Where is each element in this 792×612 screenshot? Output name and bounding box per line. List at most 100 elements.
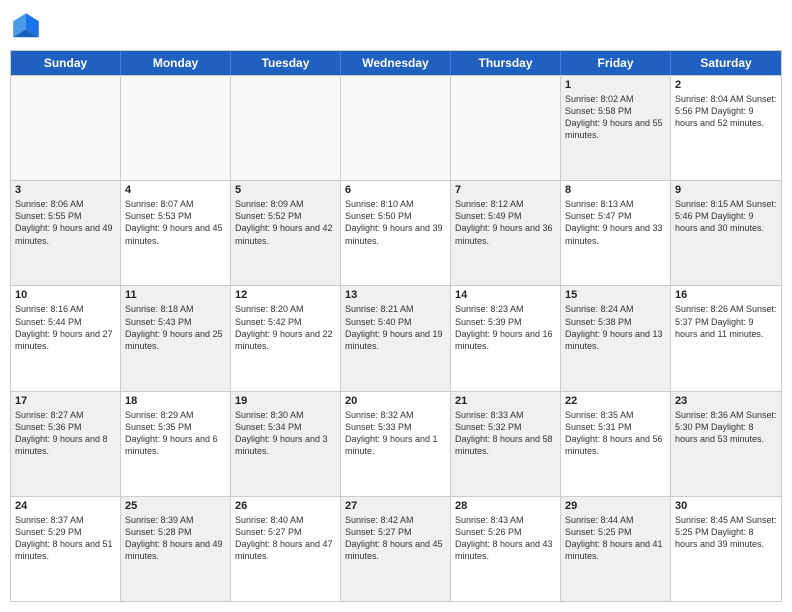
day-number: 13	[345, 289, 446, 301]
header-day: Monday	[121, 51, 231, 75]
calendar-cell: 21 Sunrise: 8:33 AM Sunset: 5:32 PM Dayli…	[451, 392, 561, 496]
day-info: Sunrise: 8:23 AM Sunset: 5:39 PM Dayligh…	[455, 303, 556, 352]
day-number: 6	[345, 184, 446, 196]
day-number: 29	[565, 500, 666, 512]
day-number: 2	[675, 79, 777, 91]
calendar-cell	[341, 76, 451, 180]
calendar-header: SundayMondayTuesdayWednesdayThursdayFrid…	[11, 51, 781, 75]
day-info: Sunrise: 8:26 AM Sunset: 5:37 PM Dayligh…	[675, 303, 777, 339]
calendar: SundayMondayTuesdayWednesdayThursdayFrid…	[10, 50, 782, 602]
calendar-cell: 4 Sunrise: 8:07 AM Sunset: 5:53 PM Daylig…	[121, 181, 231, 285]
calendar-cell: 15 Sunrise: 8:24 AM Sunset: 5:38 PM Dayli…	[561, 286, 671, 390]
calendar-cell: 20 Sunrise: 8:32 AM Sunset: 5:33 PM Dayli…	[341, 392, 451, 496]
calendar-cell: 3Sunrise: 8:06 AM Sunset: 5:55 PM Daylig…	[11, 181, 121, 285]
day-number: 10	[15, 289, 116, 301]
day-info: Sunrise: 8:29 AM Sunset: 5:35 PM Dayligh…	[125, 409, 226, 458]
day-info: Sunrise: 8:27 AM Sunset: 5:36 PM Dayligh…	[15, 409, 116, 458]
day-info: Sunrise: 8:09 AM Sunset: 5:52 PM Dayligh…	[235, 198, 336, 247]
day-info: Sunrise: 8:33 AM Sunset: 5:32 PM Dayligh…	[455, 409, 556, 458]
day-number: 18	[125, 395, 226, 407]
day-number: 5	[235, 184, 336, 196]
header-day: Saturday	[671, 51, 781, 75]
calendar-cell: 28 Sunrise: 8:43 AM Sunset: 5:26 PM Dayli…	[451, 497, 561, 601]
day-number: 4	[125, 184, 226, 196]
calendar-cell: 13 Sunrise: 8:21 AM Sunset: 5:40 PM Dayli…	[341, 286, 451, 390]
day-number: 1	[565, 79, 666, 91]
calendar-cell	[121, 76, 231, 180]
day-number: 14	[455, 289, 556, 301]
day-info: Sunrise: 8:20 AM Sunset: 5:42 PM Dayligh…	[235, 303, 336, 352]
day-number: 17	[15, 395, 116, 407]
calendar-cell	[231, 76, 341, 180]
day-number: 16	[675, 289, 777, 301]
calendar-cell: 16 Sunrise: 8:26 AM Sunset: 5:37 PM Dayli…	[671, 286, 781, 390]
day-number: 30	[675, 500, 777, 512]
day-number: 22	[565, 395, 666, 407]
day-info: Sunrise: 8:32 AM Sunset: 5:33 PM Dayligh…	[345, 409, 446, 458]
page: SundayMondayTuesdayWednesdayThursdayFrid…	[0, 0, 792, 612]
day-number: 19	[235, 395, 336, 407]
day-number: 21	[455, 395, 556, 407]
day-info: Sunrise: 8:35 AM Sunset: 5:31 PM Dayligh…	[565, 409, 666, 458]
day-number: 28	[455, 500, 556, 512]
day-info: Sunrise: 8:24 AM Sunset: 5:38 PM Dayligh…	[565, 303, 666, 352]
day-number: 9	[675, 184, 777, 196]
calendar-cell: 7Sunrise: 8:12 AM Sunset: 5:49 PM Daylig…	[451, 181, 561, 285]
day-number: 3	[15, 184, 116, 196]
day-number: 24	[15, 500, 116, 512]
day-number: 25	[125, 500, 226, 512]
header-day: Friday	[561, 51, 671, 75]
day-number: 8	[565, 184, 666, 196]
calendar-cell: 26 Sunrise: 8:40 AM Sunset: 5:27 PM Dayli…	[231, 497, 341, 601]
day-info: Sunrise: 8:45 AM Sunset: 5:25 PM Dayligh…	[675, 514, 777, 550]
day-number: 12	[235, 289, 336, 301]
day-info: Sunrise: 8:43 AM Sunset: 5:26 PM Dayligh…	[455, 514, 556, 563]
day-info: Sunrise: 8:07 AM Sunset: 5:53 PM Dayligh…	[125, 198, 226, 247]
calendar-cell: 18 Sunrise: 8:29 AM Sunset: 5:35 PM Dayli…	[121, 392, 231, 496]
calendar-cell: 10 Sunrise: 8:16 AM Sunset: 5:44 PM Dayli…	[11, 286, 121, 390]
calendar-cell: 2Sunrise: 8:04 AM Sunset: 5:56 PM Daylig…	[671, 76, 781, 180]
calendar-cell: 27Sunrise: 8:42 AM Sunset: 5:27 PM Dayli…	[341, 497, 451, 601]
day-number: 23	[675, 395, 777, 407]
day-info: Sunrise: 8:21 AM Sunset: 5:40 PM Dayligh…	[345, 303, 446, 352]
day-info: Sunrise: 8:30 AM Sunset: 5:34 PM Dayligh…	[235, 409, 336, 458]
calendar-cell: 12 Sunrise: 8:20 AM Sunset: 5:42 PM Dayli…	[231, 286, 341, 390]
header	[10, 10, 782, 42]
day-number: 7	[455, 184, 556, 196]
calendar-cell: 14 Sunrise: 8:23 AM Sunset: 5:39 PM Dayli…	[451, 286, 561, 390]
day-info: Sunrise: 8:16 AM Sunset: 5:44 PM Dayligh…	[15, 303, 116, 352]
header-day: Wednesday	[341, 51, 451, 75]
day-info: Sunrise: 8:40 AM Sunset: 5:27 PM Dayligh…	[235, 514, 336, 563]
day-info: Sunrise: 8:18 AM Sunset: 5:43 PM Dayligh…	[125, 303, 226, 352]
calendar-cell: 22 Sunrise: 8:35 AM Sunset: 5:31 PM Dayli…	[561, 392, 671, 496]
day-info: Sunrise: 8:13 AM Sunset: 5:47 PM Dayligh…	[565, 198, 666, 247]
header-day: Sunday	[11, 51, 121, 75]
calendar-cell: 29Sunrise: 8:44 AM Sunset: 5:25 PM Dayli…	[561, 497, 671, 601]
calendar-cell: 8 Sunrise: 8:13 AM Sunset: 5:47 PM Daylig…	[561, 181, 671, 285]
calendar-week-0: 1Sunrise: 8:02 AM Sunset: 5:58 PM Daylig…	[11, 75, 781, 180]
calendar-cell: 6 Sunrise: 8:10 AM Sunset: 5:50 PM Daylig…	[341, 181, 451, 285]
day-info: Sunrise: 8:10 AM Sunset: 5:50 PM Dayligh…	[345, 198, 446, 247]
calendar-cell: 9 Sunrise: 8:15 AM Sunset: 5:46 PM Daylig…	[671, 181, 781, 285]
day-number: 26	[235, 500, 336, 512]
calendar-cell	[11, 76, 121, 180]
calendar-cell: 5 Sunrise: 8:09 AM Sunset: 5:52 PM Daylig…	[231, 181, 341, 285]
calendar-week-1: 3Sunrise: 8:06 AM Sunset: 5:55 PM Daylig…	[11, 180, 781, 285]
day-number: 20	[345, 395, 446, 407]
calendar-body: 1Sunrise: 8:02 AM Sunset: 5:58 PM Daylig…	[11, 75, 781, 601]
calendar-cell: 17 Sunrise: 8:27 AM Sunset: 5:36 PM Dayli…	[11, 392, 121, 496]
header-day: Tuesday	[231, 51, 341, 75]
calendar-cell	[451, 76, 561, 180]
day-number: 11	[125, 289, 226, 301]
day-info: Sunrise: 8:37 AM Sunset: 5:29 PM Dayligh…	[15, 514, 116, 563]
day-number: 27	[345, 500, 446, 512]
day-number: 15	[565, 289, 666, 301]
calendar-cell: 24 Sunrise: 8:37 AM Sunset: 5:29 PM Dayli…	[11, 497, 121, 601]
day-info: Sunrise: 8:15 AM Sunset: 5:46 PM Dayligh…	[675, 198, 777, 234]
logo-icon	[10, 10, 42, 42]
calendar-week-3: 17 Sunrise: 8:27 AM Sunset: 5:36 PM Dayli…	[11, 391, 781, 496]
day-info: Sunrise: 8:39 AM Sunset: 5:28 PM Dayligh…	[125, 514, 226, 563]
calendar-cell: 19 Sunrise: 8:30 AM Sunset: 5:34 PM Dayli…	[231, 392, 341, 496]
calendar-cell: 30 Sunrise: 8:45 AM Sunset: 5:25 PM Dayli…	[671, 497, 781, 601]
calendar-week-4: 24 Sunrise: 8:37 AM Sunset: 5:29 PM Dayli…	[11, 496, 781, 601]
